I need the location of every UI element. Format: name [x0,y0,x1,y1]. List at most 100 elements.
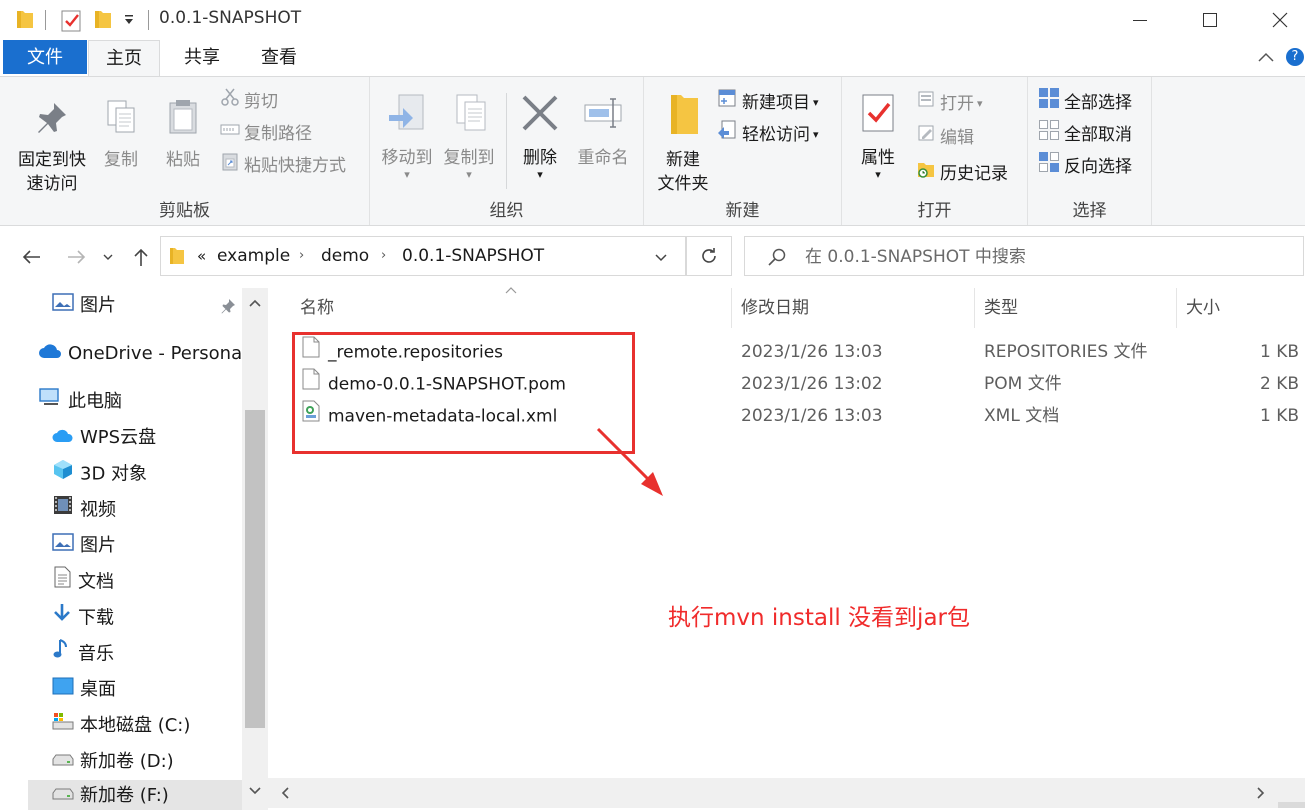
nav-item-videos[interactable]: 视频 [52,494,116,526]
open-button[interactable]: 打开 ▾ [916,89,983,119]
column-separator[interactable] [974,288,975,328]
file-horizontal-scrollbar[interactable] [268,778,1305,808]
scrollbar-thumb[interactable] [245,410,265,728]
address-dropdown-chevron-icon[interactable] [654,249,668,269]
copy-to-button[interactable]: 复制到 ▾ [438,91,500,180]
edit-button[interactable]: 编辑 [916,123,974,153]
column-header-type[interactable]: 类型 [984,288,1018,328]
breadcrumb-separator-icon[interactable]: › [381,248,386,263]
cut-button[interactable]: 剪切 [220,87,278,117]
history-button[interactable]: 历史记录 [916,159,1008,189]
delete-x-icon [514,91,566,142]
properties-button[interactable]: 属性 ▾ [848,91,908,180]
nav-item-this-pc[interactable]: 此电脑 [38,386,122,418]
paste-shortcut-button[interactable]: 粘贴快捷方式 [220,151,346,181]
nav-item-wps-cloud[interactable]: WPS云盘 [52,422,156,454]
sort-ascending-chevron-icon [504,284,518,298]
new-item-button[interactable]: 新建项目 ▾ [716,87,819,117]
up-button[interactable] [128,244,154,270]
nav-item-drive-d[interactable]: 新加卷 (D:) [52,746,174,778]
scroll-up-chevron-icon[interactable] [242,288,268,318]
file-modified-cell: 2023/1/26 13:03 [741,406,883,426]
ribbon: 固定到快 速访问 复制 粘贴 剪切 复制路径 粘贴快捷方式 剪贴板 移动到 ▾ … [0,76,1305,226]
rename-icon [570,91,636,142]
column-header-size[interactable]: 大小 [1186,288,1220,328]
folder-icon [16,8,34,35]
new-folder-icon[interactable] [94,8,112,35]
annotation-text: 执行mvn install 没看到jar包 [668,605,970,631]
help-icon[interactable]: ? [1286,48,1304,66]
rename-button[interactable]: 重命名 [570,91,636,170]
select-none-button[interactable]: 全部取消 [1038,119,1132,149]
paste-button[interactable]: 粘贴 [156,97,210,172]
search-input[interactable] [805,245,1285,269]
move-to-icon [376,91,438,142]
column-separator[interactable] [1176,288,1177,328]
file-type-cell: XML 文档 [984,406,1060,426]
customize-toolbar-chevron-icon[interactable] [123,12,135,32]
address-bar[interactable]: « example › demo › 0.0.1-SNAPSHOT [160,236,686,276]
breadcrumb-demo[interactable]: demo [321,246,369,266]
nav-item-downloads[interactable]: 下载 [52,602,114,634]
refresh-button[interactable] [686,236,732,276]
3d-objects-icon [52,458,74,491]
pictures-icon [52,290,74,322]
ribbon-tabs: 文件 主页 共享 查看 ? [0,40,1305,76]
column-header-name[interactable]: 名称 [300,288,334,328]
scrollbar-corner [1278,802,1305,808]
file-list: 名称 修改日期 类型 大小 _remote.repositories 2023/… [268,287,1305,810]
overflow-breadcrumb[interactable]: « [197,247,206,265]
properties-check-icon[interactable] [60,8,82,37]
breadcrumb-separator-icon[interactable]: › [299,248,304,263]
tab-share[interactable]: 共享 [166,40,238,76]
copy-path-button[interactable]: 复制路径 [220,119,312,149]
forward-button[interactable] [64,244,90,270]
tab-view[interactable]: 查看 [243,40,315,76]
delete-button[interactable]: 删除 ▾ [514,91,566,180]
invert-selection-button[interactable]: 反向选择 [1038,151,1132,181]
nav-item-music[interactable]: 音乐 [52,638,114,670]
copy-icon [96,97,146,144]
easy-access-button[interactable]: 轻松访问 ▾ [716,119,819,149]
pin-quick-access-button[interactable]: 固定到快 速访问 [10,97,94,196]
select-group: 全部选择 全部取消 反向选择 选择 [1028,77,1152,225]
file-size-cell: 2 KB [1260,374,1300,394]
close-button[interactable] [1245,0,1305,40]
back-button[interactable] [18,244,44,270]
column-header-modified[interactable]: 修改日期 [741,288,809,328]
minimize-button[interactable] [1105,0,1175,40]
collapse-ribbon-chevron-icon[interactable] [1256,48,1276,73]
nav-item-onedrive[interactable]: OneDrive - Personal [38,338,247,370]
edit-pencil-icon [916,123,936,153]
nav-item-drive-f[interactable]: 新加卷 (F:) [28,780,242,810]
nav-item-pictures[interactable]: 图片 [52,530,116,562]
move-to-button[interactable]: 移动到 ▾ [376,91,438,180]
breadcrumb-example[interactable]: example [217,246,290,266]
column-separator[interactable] [731,288,732,328]
file-size-cell: 1 KB [1260,342,1300,362]
nav-item-desktop[interactable]: 桌面 [52,674,116,706]
scroll-down-chevron-icon[interactable] [242,776,268,806]
tab-file[interactable]: 文件 [3,40,87,74]
clipboard-group: 固定到快 速访问 复制 粘贴 剪切 复制路径 粘贴快捷方式 剪贴板 [0,77,370,225]
select-all-button[interactable]: 全部选择 [1038,87,1132,117]
new-folder-button[interactable]: 新建 文件夹 [648,91,718,196]
file-modified-cell: 2023/1/26 13:02 [741,374,883,394]
downloads-icon [52,602,72,635]
annotation-arrow-icon [596,427,663,496]
desktop-icon [52,674,74,706]
recent-locations-chevron-icon[interactable] [98,244,118,270]
breadcrumb-snapshot[interactable]: 0.0.1-SNAPSHOT [402,246,544,266]
scissors-icon [220,87,240,117]
scroll-left-chevron-icon[interactable] [272,778,298,808]
nav-item-documents[interactable]: 文档 [52,566,114,598]
tab-home[interactable]: 主页 [88,40,160,76]
nav-item-3d-objects[interactable]: 3D 对象 [52,458,147,490]
nav-item-pictures-pinned[interactable]: 图片 [52,290,116,322]
select-none-icon [1038,119,1060,151]
copy-button[interactable]: 复制 [96,97,146,172]
maximize-button[interactable] [1175,0,1245,40]
nav-vertical-scrollbar[interactable] [242,288,268,810]
nav-item-drive-c[interactable]: 本地磁盘 (C:) [52,710,190,742]
scroll-right-chevron-icon[interactable] [1248,778,1274,808]
